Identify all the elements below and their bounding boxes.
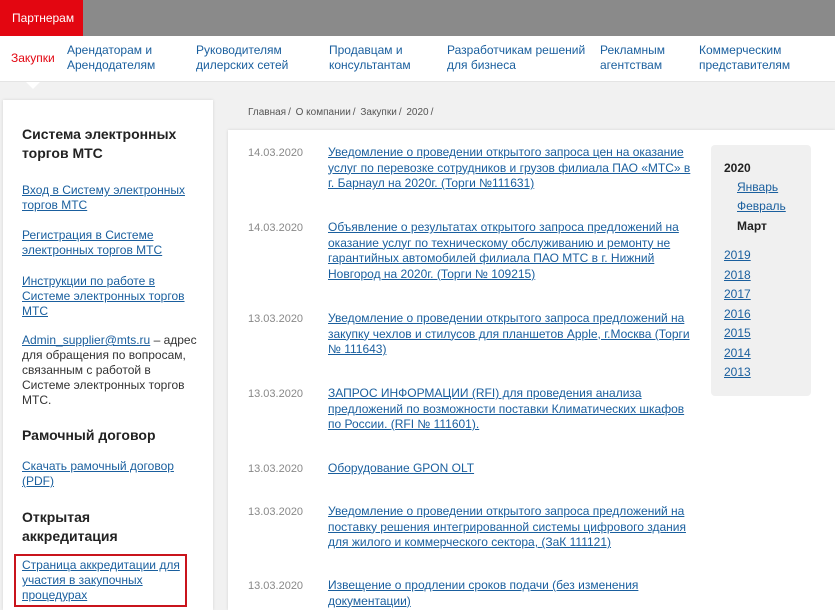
archive-year-link[interactable]: 2015 [724,326,751,340]
breadcrumb-about[interactable]: О компании [296,107,351,118]
subnav-item-representatives[interactable]: Коммерческим представителям [699,43,799,73]
archive-panel: 2020 Январь Февраль Март 2019 2018 2017 … [711,145,811,396]
archive-year-link[interactable]: 2019 [724,248,751,262]
news-title-link[interactable]: Уведомление о проведении открытого запро… [328,504,693,551]
news-title-link[interactable]: Оборудование GPON OLT [328,461,693,477]
archive-year-link[interactable]: 2013 [724,365,751,379]
archive-month-february[interactable]: Февраль [737,199,786,213]
subnav-item-purchases[interactable]: Закупки [11,51,55,66]
news-title-link[interactable]: ЗАПРОС ИНФОРМАЦИИ (RFI) для проведения а… [328,386,693,433]
news-date: 13.03.2020 [248,506,304,518]
news-title-link[interactable]: Уведомление о проведении открытого запро… [328,311,693,358]
subnav-item-dealers[interactable]: Руководителям дилерских сетей [196,43,306,73]
news-date: 14.03.2020 [248,222,304,234]
archive-year-link[interactable]: 2014 [724,346,751,360]
news-date: 13.03.2020 [248,388,304,400]
login-link[interactable]: Вход в Систему электронных торгов МТС [22,183,202,213]
breadcrumb-year: 2020 [406,107,429,118]
news-date: 14.03.2020 [248,147,304,159]
breadcrumb-purchases[interactable]: Закупки [360,107,396,118]
partners-tab[interactable]: Партнерам [0,0,83,36]
breadcrumb-home[interactable]: Главная [248,107,286,118]
support-email-link[interactable]: Admin_supplier@mts.ru [22,333,150,347]
news-date: 13.03.2020 [248,313,304,325]
download-contract-link[interactable]: Скачать рамочный договор (PDF) [22,459,202,489]
accreditation-link[interactable]: Страница аккредитации для участия в заку… [22,558,187,603]
support-email-block: Admin_supplier@mts.ru – адрес для обраще… [22,333,202,408]
subnav-item-agencies[interactable]: Рекламным агентствам [600,43,680,73]
sidebar-heading-accreditation: Открытая аккредитация [22,509,118,544]
register-link[interactable]: Регистрация в Системе электронных торгов… [22,228,202,258]
archive-month-january[interactable]: Январь [737,180,778,194]
archive-year-link[interactable]: 2017 [724,287,751,301]
instructions-link[interactable]: Инструкции по работе в Системе электронн… [22,274,202,319]
news-date: 13.03.2020 [248,580,304,592]
archive-current-year: 2020 [724,161,751,175]
news-title-link[interactable]: Уведомление о проведении открытого запро… [328,145,693,192]
archive-year-link[interactable]: 2018 [724,268,751,282]
sidebar-heading-framework-contract: Рамочный договор [22,427,156,443]
top-bar: Партнерам [0,0,835,36]
news-title-link[interactable]: Объявление о результатах открытого запро… [328,220,693,282]
subnav-item-sellers[interactable]: Продавцам и консультантам [329,43,424,73]
news-title-link[interactable]: Извещение о продлении сроков подачи (без… [328,578,693,609]
sub-navigation: Закупки Арендаторам и Арендодателям Руко… [0,36,835,82]
subnav-item-developers[interactable]: Разработчикам решений для бизнеса [447,43,587,73]
news-date: 13.03.2020 [248,463,304,475]
archive-month-march: Март [737,219,767,233]
news-list-panel: 14.03.2020 Уведомление о проведении откр… [228,130,835,610]
subnav-item-tenants[interactable]: Арендаторам и Арендодателям [67,43,177,73]
sidebar: Система электронных торгов МТС Вход в Си… [3,100,213,610]
archive-year-link[interactable]: 2016 [724,307,751,321]
breadcrumb: Главная / О компании / Закупки/ 2020/ [248,107,434,118]
active-tab-pointer [26,82,40,89]
sidebar-heading-trading-system: Система электронных торгов МТС [22,126,177,161]
